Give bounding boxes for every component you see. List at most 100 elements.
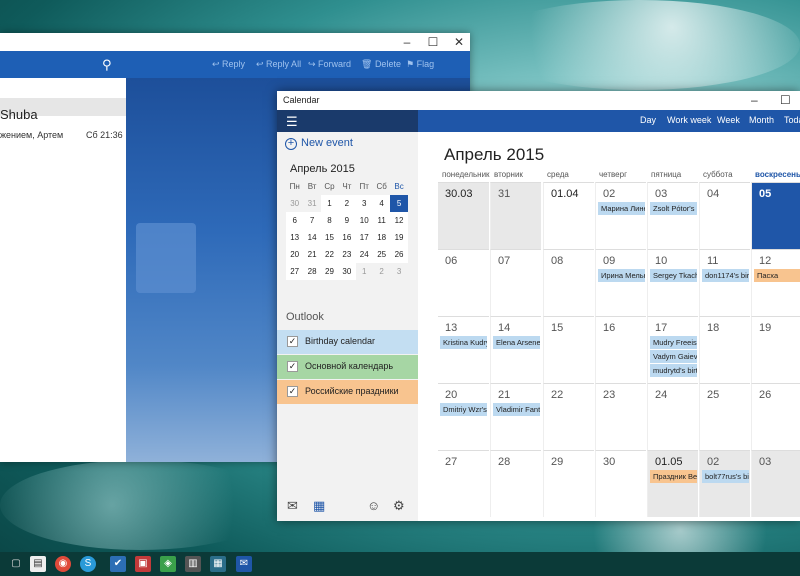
settings-gear-icon[interactable]: ⚙ [393,498,405,514]
mini-calendar-day[interactable]: 23 [338,246,356,263]
view-day-button[interactable]: Day [640,115,656,125]
mini-calendar-day[interactable]: 18 [372,229,391,246]
calendar-event[interactable]: don1174's birthday [702,269,749,282]
minimize-icon[interactable]: – [751,93,758,107]
day-cell[interactable]: 15 [543,316,594,383]
mini-calendar-day[interactable]: 8 [320,212,339,229]
mini-calendar-day[interactable]: 31 [303,195,320,212]
mini-calendar-day[interactable]: 20 [286,246,304,263]
mini-calendar-day[interactable]: 30 [286,195,303,212]
mini-calendar-day[interactable]: 11 [372,212,391,229]
day-cell[interactable]: 02 bolt77rus's birthday [699,450,750,517]
chrome-icon[interactable]: ◉ [55,556,71,572]
reply-all-button[interactable]: ↩ Reply All [256,59,301,70]
day-cell[interactable]: 04 [699,182,750,249]
skype-icon[interactable]: S [80,556,96,572]
calendar-list-item[interactable]: ✓ Российские праздники [277,380,418,404]
mini-calendar-day[interactable]: 27 [286,263,304,280]
day-cell[interactable]: 05 [751,182,800,249]
day-cell[interactable]: 30 [595,450,646,517]
mini-calendar-day[interactable]: 19 [390,229,408,246]
message-sender[interactable]: Shuba [0,107,38,122]
maximize-icon[interactable]: ☐ [780,93,791,107]
mini-calendar-day[interactable]: 26 [390,246,408,263]
calendar-taskbar-icon[interactable]: ▦ [210,556,226,572]
mini-calendar-day[interactable]: 12 [390,212,408,229]
today-button[interactable]: Today [784,115,800,125]
calendar-list-item[interactable]: ✓ Основной календарь [277,355,418,379]
maximize-icon[interactable]: ☐ [426,35,440,49]
mini-calendar-day[interactable]: 16 [338,229,356,246]
day-cell[interactable]: 30.03 [438,182,489,249]
day-cell[interactable]: 09 Ирина Мельникова [595,249,646,316]
day-cell[interactable]: 07 [490,249,541,316]
forward-button[interactable]: ↪ Forward [308,59,351,70]
day-cell[interactable]: 16 [595,316,646,383]
day-cell[interactable]: 11 don1174's birthday [699,249,750,316]
day-cell[interactable]: 31 [490,182,541,249]
calendar-event[interactable]: Zsolt Pótor's birthday [650,202,697,215]
mini-calendar-day[interactable]: 1 [320,195,339,212]
hamburger-icon[interactable]: ☰ [286,114,298,130]
app-icon-green[interactable]: ◈ [160,556,176,572]
mini-calendar-day[interactable]: 22 [320,246,339,263]
calendar-event[interactable]: Dmitriy Wzr's birthday [440,403,487,416]
day-cell[interactable]: 10 Sergey Tkachenko [647,249,698,316]
feedback-smiley-icon[interactable]: ☺ [367,498,380,513]
day-cell[interactable]: 17 Mudry FreeislandVadym Gaievyimudrytd's… [647,316,698,383]
calendar-event[interactable]: Vladimir Fantov [493,403,540,416]
mini-calendar-day[interactable]: 25 [372,246,391,263]
mail-taskbar-icon[interactable]: ✉ [236,556,252,572]
day-cell[interactable]: 20 Dmitriy Wzr's birthday [438,383,489,450]
file-explorer-icon[interactable]: ▤ [30,556,46,572]
mini-calendar-day[interactable]: 21 [303,246,321,263]
day-cell[interactable]: 18 [699,316,750,383]
new-event-button[interactable]: + New event [285,137,353,150]
mini-calendar-day[interactable]: 15 [320,229,339,246]
mail-icon[interactable]: ✉ [287,498,298,514]
day-cell[interactable]: 21 Vladimir Fantov [490,383,541,450]
calendar-event[interactable]: Ирина Мельникова [598,269,645,282]
mini-calendar-day[interactable]: 4 [372,195,391,212]
calendar-event[interactable]: Vadym Gaievyi [650,350,697,363]
view-week-button[interactable]: Week [717,115,740,125]
mini-calendar-day[interactable]: 3 [390,263,407,280]
mini-calendar-day[interactable]: 14 [303,229,321,246]
day-cell[interactable]: 03 Zsolt Pótor's birthday [647,182,698,249]
mini-calendar-day[interactable]: 10 [355,212,373,229]
app-icon[interactable]: ✔ [110,556,126,572]
day-cell[interactable]: 03 [751,450,800,517]
flag-button[interactable]: ⚑ Flag [406,59,434,70]
task-view-icon[interactable]: ▢ [8,556,24,572]
mini-calendar-day[interactable]: 2 [338,195,356,212]
checkbox[interactable]: ✓ [287,386,298,397]
day-cell[interactable]: 12 Пасха [751,249,800,316]
day-cell[interactable]: 13 Kristina Kudryavtseva [438,316,489,383]
day-cell[interactable]: 25 [699,383,750,450]
day-cell[interactable]: 02 Марина Линева [595,182,646,249]
calendar-event[interactable]: Mudry Freeisland [650,336,697,349]
view-work-week-button[interactable]: Work week [667,115,711,125]
checkbox[interactable]: ✓ [287,336,298,347]
day-cell[interactable]: 01.05 Праздник Весны и Труда [647,450,698,517]
calendar-event[interactable]: Праздник Весны и Труда [650,470,697,483]
calendar-event[interactable]: Kristina Kudryavtseva [440,336,487,349]
calendar-event[interactable]: mudrytd's birthday [650,364,697,377]
day-cell[interactable]: 28 [490,450,541,517]
day-cell[interactable]: 23 [595,383,646,450]
calendar-event[interactable]: Elena Arsenevа [493,336,540,349]
day-cell[interactable]: 01.04 [543,182,594,249]
app-icon-gray[interactable]: ▥ [185,556,201,572]
app-icon-red[interactable]: ▣ [135,556,151,572]
mini-calendar-day[interactable]: 29 [320,263,339,280]
day-cell[interactable]: 14 Elena Arsenevа [490,316,541,383]
search-icon[interactable]: ⚲ [102,57,116,72]
calendar-event[interactable]: bolt77rus's birthday [702,470,749,483]
day-cell[interactable]: 27 [438,450,489,517]
calendar-list-item[interactable]: ✓ Birthday calendar [277,330,418,354]
reply-button[interactable]: ↩ Reply [212,59,245,70]
mini-calendar-day[interactable]: 30 [338,263,356,280]
checkbox[interactable]: ✓ [287,361,298,372]
mini-calendar-month[interactable]: Апрель 2015 [290,163,355,175]
view-month-button[interactable]: Month [749,115,774,125]
